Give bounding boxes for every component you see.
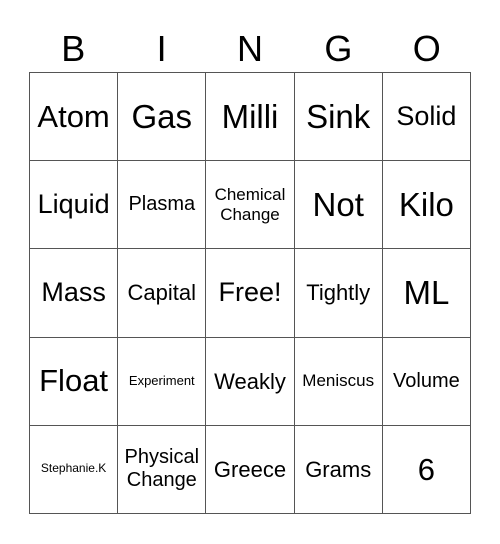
bingo-cell[interactable]: ML [382, 249, 471, 338]
bingo-cell[interactable]: Not [294, 161, 383, 250]
bingo-cell[interactable]: Sink [294, 73, 383, 162]
bingo-cell[interactable]: Weakly [206, 337, 295, 426]
bingo-grid: Atom Gas Milli Sink Solid Liquid Plasma … [29, 72, 471, 514]
header-letter-b: B [61, 28, 86, 69]
bingo-cell[interactable]: Chemical Change [206, 161, 295, 250]
header-letter-o: O [412, 28, 441, 69]
bingo-cell[interactable]: Solid [382, 73, 471, 162]
header-letter-g: G [324, 28, 353, 69]
free-space-cell[interactable]: Free! [206, 249, 295, 338]
bingo-cell[interactable]: Grams [294, 425, 383, 514]
bingo-cell[interactable]: Float [30, 337, 119, 426]
bingo-cell[interactable]: Volume [382, 337, 471, 426]
header-letter-n: N [236, 28, 263, 69]
bingo-cell[interactable]: Mass [30, 249, 119, 338]
bingo-cell[interactable]: Liquid [30, 161, 119, 250]
bingo-cell[interactable]: Tightly [294, 249, 383, 338]
bingo-cell[interactable]: Meniscus [294, 337, 383, 426]
bingo-cell[interactable]: Kilo [382, 161, 471, 250]
bingo-cell[interactable]: Experiment [118, 337, 207, 426]
bingo-cell[interactable]: Greece [206, 425, 295, 514]
bingo-cell[interactable]: Physical Change [118, 425, 207, 514]
bingo-cell[interactable]: 6 [382, 425, 471, 514]
header-letter-i: I [156, 28, 167, 69]
bingo-cell[interactable]: Atom [30, 73, 119, 162]
bingo-cell[interactable]: Gas [118, 73, 207, 162]
bingo-cell[interactable]: Plasma [118, 161, 207, 250]
bingo-cell[interactable]: Stephanie.K [30, 425, 119, 514]
bingo-cell[interactable]: Capital [118, 249, 207, 338]
bingo-cell[interactable]: Milli [206, 73, 295, 162]
bingo-header: B I N G O [29, 26, 471, 72]
